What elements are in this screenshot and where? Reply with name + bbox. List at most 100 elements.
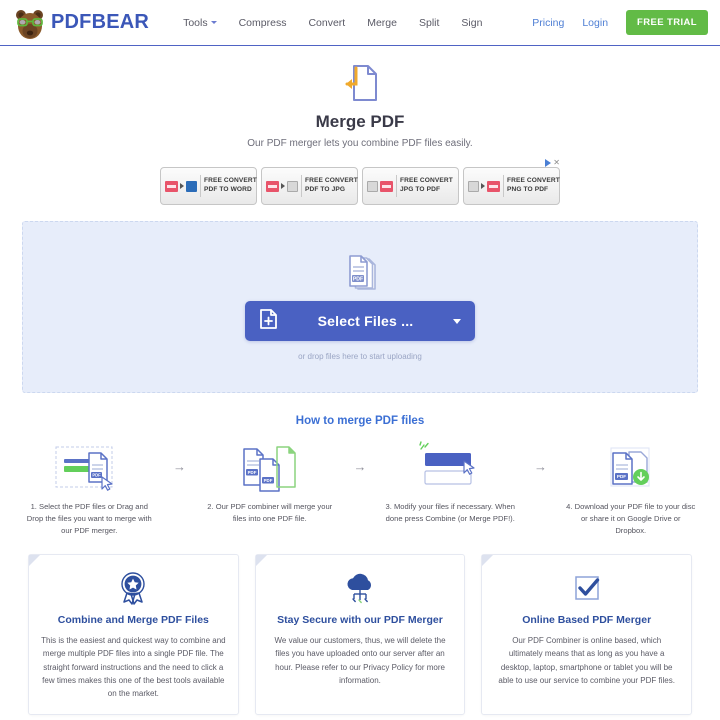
merge-pdf-icon <box>0 62 720 104</box>
nav-item-split[interactable]: Split <box>419 17 439 29</box>
howto-step-text: 4. Download your PDF file to your disc o… <box>566 502 696 535</box>
ad-tile-text: FREE CONVERT JPG TO PDF <box>400 177 453 195</box>
nav-item-tools[interactable]: Tools <box>183 17 217 29</box>
file-dropzone[interactable]: PDF Select Files ... or drop files here … <box>22 221 698 393</box>
ad-tile[interactable]: FREE CONVERT JPG TO PDF <box>362 167 459 205</box>
pdf-stack-icon: PDF <box>341 253 379 291</box>
nav-item-compress[interactable]: Compress <box>239 17 287 29</box>
pdf-file-icon <box>380 180 393 192</box>
hero-section: Merge PDF Our PDF merger lets you combin… <box>0 46 720 155</box>
step-arrow-icon: → <box>353 459 367 474</box>
ad-conversion-icons <box>367 180 393 192</box>
divider <box>503 175 504 197</box>
check-square-icon <box>494 571 679 605</box>
download-file-illustration: PDF <box>558 439 705 495</box>
arrow-right-icon <box>281 183 285 189</box>
adchoices-icon[interactable] <box>545 159 552 167</box>
page-title: Merge PDF <box>315 112 405 131</box>
svg-text:PDF: PDF <box>617 474 626 479</box>
ad-tile-text: FREE CONVERT PDF TO JPG <box>305 177 358 195</box>
nav-item-convert[interactable]: Convert <box>308 17 345 29</box>
howto-step-text: 3. Modify your files if necessary. When … <box>385 502 515 523</box>
svg-text:PDF: PDF <box>264 478 273 483</box>
howto-steps: PDF 1. Select the PDF files or Drag and … <box>0 427 720 536</box>
cloud-secure-icon <box>268 571 453 605</box>
ad-conversion-icons <box>165 180 197 192</box>
file-plus-icon <box>259 308 278 335</box>
ad-tile-text: FREE CONVERT PDF TO WORD <box>204 177 257 195</box>
feature-card-title: Online Based PDF Merger <box>522 614 652 627</box>
logo-text: PDFBEAR <box>51 11 150 33</box>
pricing-link[interactable]: Pricing <box>532 17 564 29</box>
ad-tile[interactable]: FREE CONVERT PDF TO JPG <box>261 167 358 205</box>
svg-text:PDF: PDF <box>248 470 257 475</box>
pdf-file-icon <box>266 180 279 192</box>
ad-line-2: PNG TO PDF <box>507 186 549 193</box>
divider <box>301 175 302 197</box>
ad-conversion-icons <box>266 180 298 192</box>
nav-label: Sign <box>461 16 483 29</box>
svg-text:PDF: PDF <box>92 473 101 478</box>
combine-files-illustration: PDF PDF <box>197 439 344 495</box>
howto-step: PDF 4. Download your PDF file to your di… <box>558 439 705 536</box>
header-actions: Pricing Login FREE TRIAL <box>532 10 708 35</box>
dropzone-hint: or drop files here to start uploading <box>298 352 422 361</box>
ad-banner: ✕ FREE CONVERT PDF TO WORD FREE CONVERT … <box>160 159 560 205</box>
image-file-icon <box>287 180 298 192</box>
arrow-right-icon <box>180 183 184 189</box>
ad-line-1: FREE CONVERT <box>204 177 257 185</box>
image-file-icon <box>367 180 378 192</box>
free-trial-button[interactable]: FREE TRIAL <box>626 10 708 35</box>
step-arrow-icon: → <box>173 459 186 474</box>
feature-card: Combine and Merge PDF Files This is the … <box>28 554 239 716</box>
select-files-button[interactable]: Select Files ... <box>245 301 475 341</box>
ad-line-1: FREE CONVERT <box>400 177 453 185</box>
ad-conversion-icons <box>468 180 500 192</box>
feature-card-title: Stay Secure with our PDF Merger <box>277 614 443 627</box>
nav-label: Split <box>418 16 440 29</box>
ad-tile[interactable]: FREE CONVERT PDF TO WORD <box>160 167 257 205</box>
howto-title: How to merge PDF files <box>295 415 425 427</box>
ad-tile-text: FREE CONVERT PNG TO PDF <box>507 177 560 195</box>
howto-step-text: 1. Select the PDF files or Drag and Drop… <box>26 502 152 535</box>
feature-card: Stay Secure with our PDF Merger We value… <box>254 554 466 716</box>
close-icon[interactable]: ✕ <box>553 159 560 167</box>
nav-item-sign[interactable]: Sign <box>461 17 482 29</box>
page-subtitle: Our PDF merger lets you combine PDF file… <box>247 138 473 149</box>
ad-line-2: PDF TO JPG <box>305 186 346 193</box>
feature-card-text: Our PDF Combiner is online based, which … <box>498 636 675 685</box>
ad-tile[interactable]: FREE CONVERT PNG TO PDF <box>463 167 560 205</box>
login-link[interactable]: Login <box>582 17 608 29</box>
chevron-down-icon <box>210 21 217 24</box>
ad-line-2: PDF TO WORD <box>204 186 252 193</box>
modify-files-illustration <box>377 439 524 495</box>
pdf-file-icon <box>165 180 178 192</box>
howto-step: PDF PDF 2. Our PDF combiner will merge y… <box>197 439 344 525</box>
arrow-right-icon <box>481 183 485 189</box>
feature-card: Online Based PDF Merger Our PDF Combiner… <box>481 554 693 716</box>
nav-label: Compress <box>238 16 287 29</box>
feature-card-text: This is the easiest and quickest way to … <box>41 636 226 699</box>
ad-badge: ✕ <box>545 159 560 167</box>
site-header: PDFBEAR Tools Compress Convert Merge Spl… <box>0 0 720 46</box>
step-arrow-icon: → <box>534 459 547 474</box>
bear-logo-icon <box>14 6 46 40</box>
main-nav: Tools Compress Convert Merge Split Sign <box>183 17 482 29</box>
logo[interactable]: PDFBEAR <box>14 6 149 40</box>
feature-cards: Combine and Merge PDF Files This is the … <box>0 536 720 716</box>
howto-step: 3. Modify your files if necessary. When … <box>377 439 524 525</box>
chevron-down-icon[interactable] <box>453 318 461 324</box>
feature-card-title: Combine and Merge PDF Files <box>57 614 209 627</box>
word-file-icon <box>186 180 197 192</box>
svg-text:PDF: PDF <box>353 277 363 283</box>
howto-step-text: 2. Our PDF combiner will merge your file… <box>207 502 333 523</box>
ad-line-1: FREE CONVERT <box>305 177 358 185</box>
select-files-label: Select Files ... <box>317 313 414 329</box>
nav-item-merge[interactable]: Merge <box>367 17 397 29</box>
image-file-icon <box>468 180 479 192</box>
divider <box>396 175 397 197</box>
howto-step: PDF 1. Select the PDF files or Drag and … <box>16 439 163 536</box>
select-files-illustration: PDF <box>16 439 163 495</box>
feature-card-text: We value our customers, thus, we will de… <box>274 636 446 685</box>
nav-label: Convert <box>308 16 346 29</box>
